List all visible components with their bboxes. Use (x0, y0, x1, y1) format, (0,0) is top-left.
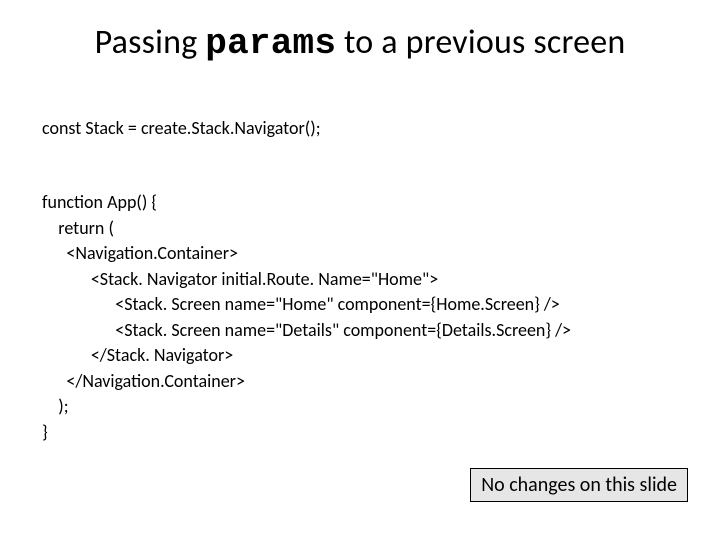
slide: Passing params to a previous screen cons… (0, 0, 720, 540)
title-mono: params (205, 23, 336, 64)
title-pre: Passing (95, 22, 206, 63)
code-const-line: const Stack = create.Stack.Navigator(); (42, 118, 321, 139)
note-box: No changes on this slide (470, 468, 688, 502)
code-block: function App() { return ( <Navigation.Co… (42, 190, 571, 445)
slide-title: Passing params to a previous screen (0, 22, 720, 64)
title-post: to a previous screen (336, 22, 625, 63)
note-text: No changes on this slide (481, 473, 677, 497)
